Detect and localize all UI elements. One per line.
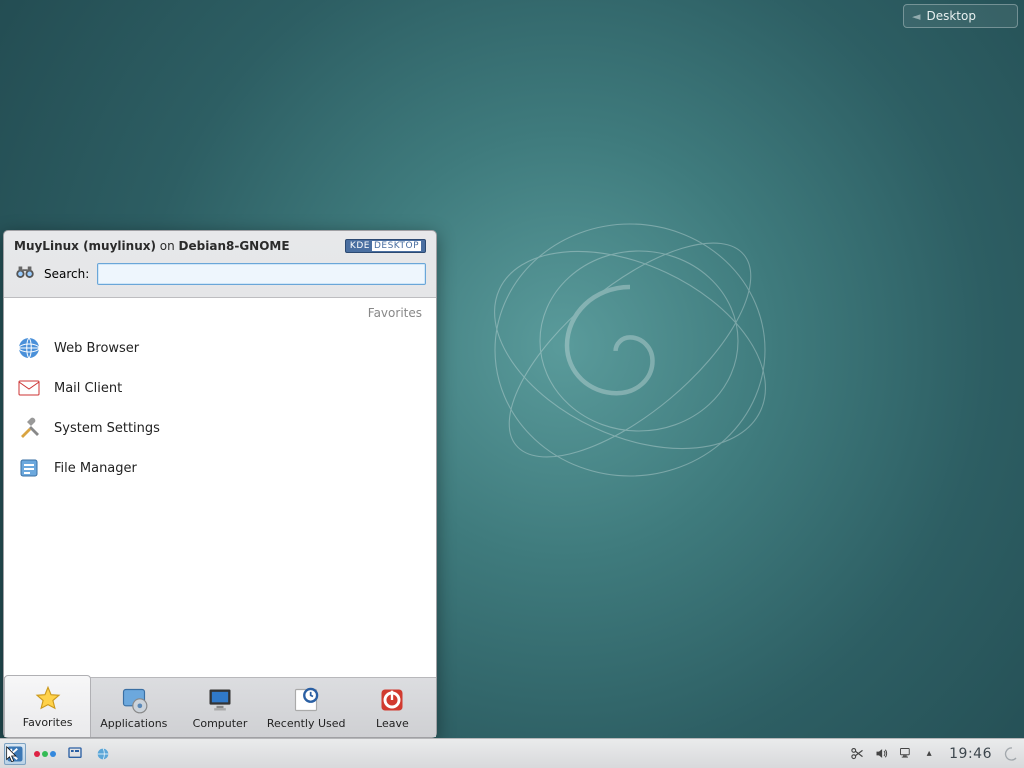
activity-manager-button[interactable]: [64, 743, 86, 765]
desktop-background[interactable]: ◄ Desktop MuyLinux (muylinux) on Debian8…: [0, 0, 1024, 768]
folder-icon: [16, 455, 42, 481]
start-menu-search-row: Search:: [4, 257, 436, 298]
start-menu-header: MuyLinux (muylinux) on Debian8-GNOME KDE…: [4, 231, 436, 257]
expand-tray-icon[interactable]: ▴: [921, 746, 937, 762]
taskbar-panel: ▴ 19:46: [0, 738, 1024, 768]
start-menu-search-label: Search:: [44, 267, 89, 281]
tab-favorites[interactable]: Favorites: [4, 675, 91, 737]
tab-recently-used[interactable]: Recently Used: [264, 678, 350, 737]
kde-k-icon: [6, 745, 24, 763]
tab-label: Recently Used: [267, 717, 346, 730]
chevron-left-icon: ◄: [912, 10, 920, 23]
favorites-section-title: Favorites: [4, 298, 436, 324]
start-menu-search-input[interactable]: [97, 263, 426, 285]
apps-icon: [119, 685, 149, 715]
tab-label: Computer: [193, 717, 248, 730]
favorite-label: File Manager: [54, 461, 137, 476]
favorite-label: Web Browser: [54, 341, 139, 356]
favorites-list: Web Browser Mail Client System Settings …: [4, 324, 436, 677]
network-icon[interactable]: [897, 746, 913, 762]
favorite-system-settings[interactable]: System Settings: [10, 408, 430, 448]
clock-icon: [291, 685, 321, 715]
cashew-icon[interactable]: [1004, 746, 1020, 762]
tools-icon: [16, 415, 42, 441]
desktop-plasmoid[interactable]: ◄ Desktop: [903, 4, 1018, 28]
favorite-label: Mail Client: [54, 381, 122, 396]
computer-icon: [205, 685, 235, 715]
system-tray: ▴ 19:46: [849, 746, 1020, 762]
favorite-web-browser[interactable]: Web Browser: [10, 328, 430, 368]
tab-label: Favorites: [23, 716, 73, 729]
desktop-plasmoid-label: Desktop: [926, 9, 976, 23]
tab-label: Applications: [100, 717, 167, 730]
kde-desktop-badge: KDEDESKTOP: [345, 239, 426, 253]
favorite-label: System Settings: [54, 421, 160, 436]
virtual-desktop-pager[interactable]: [32, 751, 58, 757]
scissors-icon[interactable]: [849, 746, 865, 762]
show-desktop-button[interactable]: [92, 743, 114, 765]
globe-small-icon: [95, 746, 111, 762]
tab-computer[interactable]: Computer: [177, 678, 263, 737]
tab-leave[interactable]: Leave: [350, 678, 436, 737]
start-button[interactable]: [4, 743, 26, 765]
tab-label: Leave: [376, 717, 409, 730]
activity-icon: [67, 746, 83, 762]
tab-applications[interactable]: Applications: [91, 678, 177, 737]
mail-icon: [16, 375, 42, 401]
start-menu-tabs: Favorites Applications Computer Recently…: [4, 677, 436, 737]
panel-clock[interactable]: 19:46: [945, 746, 996, 762]
power-icon: [377, 685, 407, 715]
globe-icon: [16, 335, 42, 361]
binoculars-icon: [14, 261, 36, 287]
favorite-file-manager[interactable]: File Manager: [10, 448, 430, 488]
volume-icon[interactable]: [873, 746, 889, 762]
start-menu: MuyLinux (muylinux) on Debian8-GNOME KDE…: [3, 230, 437, 738]
debian-swirl: [450, 170, 810, 530]
start-menu-identity: MuyLinux (muylinux) on Debian8-GNOME: [14, 239, 290, 253]
favorite-mail-client[interactable]: Mail Client: [10, 368, 430, 408]
star-icon: [33, 684, 63, 714]
